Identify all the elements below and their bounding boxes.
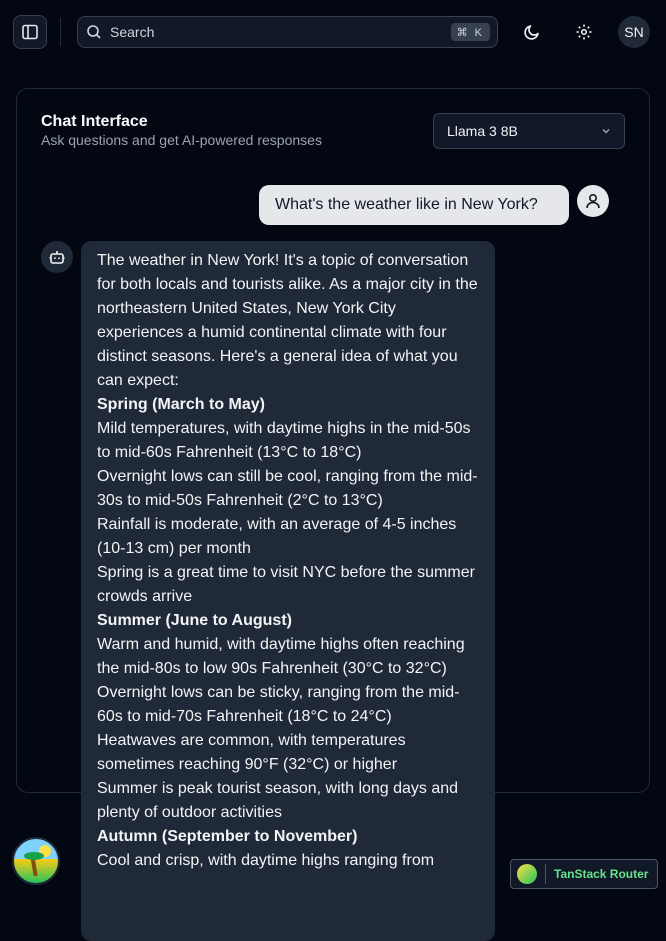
user-icon [586, 193, 600, 209]
model-select[interactable]: Llama 3 8B [433, 113, 625, 149]
badge-divider [545, 864, 546, 884]
assistant-paragraph: The weather in New York! It's a topic of… [97, 252, 478, 389]
devtools-toggle-button[interactable] [12, 837, 60, 885]
settings-button[interactable] [569, 17, 599, 47]
user-avatar-button[interactable]: SN [618, 16, 650, 48]
palm-leaf-icon [24, 852, 44, 860]
assistant-paragraph: Heatwaves are common, with temperatures … [97, 732, 406, 773]
assistant-paragraph: Summer is peak tourist season, with long… [97, 780, 459, 821]
assistant-heading: Autumn (September to November) [97, 828, 358, 845]
search-input[interactable]: Search ⌘ K [77, 16, 498, 48]
assistant-paragraph: Overnight lows can still be cool, rangin… [97, 468, 478, 509]
user-message-bubble: What's the weather like in New York? [259, 185, 569, 225]
user-message-text: What's the weather like in New York? [275, 196, 538, 213]
search-placeholder: Search [110, 24, 155, 40]
assistant-paragraph: Cool and crisp, with daytime highs rangi… [97, 852, 435, 869]
sidebar-toggle-button[interactable] [13, 15, 47, 49]
assistant-paragraph: Spring is a great time to visit NYC befo… [97, 564, 475, 605]
router-label: TanStack Router [554, 867, 649, 881]
moon-icon [524, 25, 539, 40]
top-bar: Search ⌘ K SN [0, 0, 666, 64]
search-shortcut-badge: ⌘ K [450, 23, 490, 41]
bot-icon [49, 251, 65, 264]
search-icon [87, 25, 101, 39]
model-select-value: Llama 3 8B [447, 123, 518, 139]
user-message-avatar [577, 185, 609, 217]
sidebar-toggle-icon [22, 24, 38, 40]
theme-toggle-button[interactable] [517, 17, 547, 47]
assistant-heading: Summer (June to August) [97, 612, 292, 629]
gear-icon [576, 24, 592, 40]
chat-title: Chat Interface [41, 113, 148, 130]
assistant-paragraph: Warm and humid, with daytime highs often… [97, 636, 465, 677]
assistant-heading: Spring (March to May) [97, 396, 266, 413]
assistant-message-bubble: The weather in New York! It's a topic of… [81, 241, 495, 941]
tanstack-logo-icon [517, 864, 537, 884]
chat-subtitle: Ask questions and get AI-powered respons… [41, 132, 322, 148]
assistant-paragraph: Overnight lows can be sticky, ranging fr… [97, 684, 460, 725]
assistant-avatar [41, 241, 73, 273]
assistant-paragraph: Mild temperatures, with daytime highs in… [97, 420, 471, 461]
assistant-paragraph: Rainfall is moderate, with an average of… [97, 516, 457, 557]
topbar-divider [60, 18, 61, 46]
tanstack-router-devtools-button[interactable]: TanStack Router [510, 859, 658, 889]
chevron-down-icon [602, 128, 610, 134]
